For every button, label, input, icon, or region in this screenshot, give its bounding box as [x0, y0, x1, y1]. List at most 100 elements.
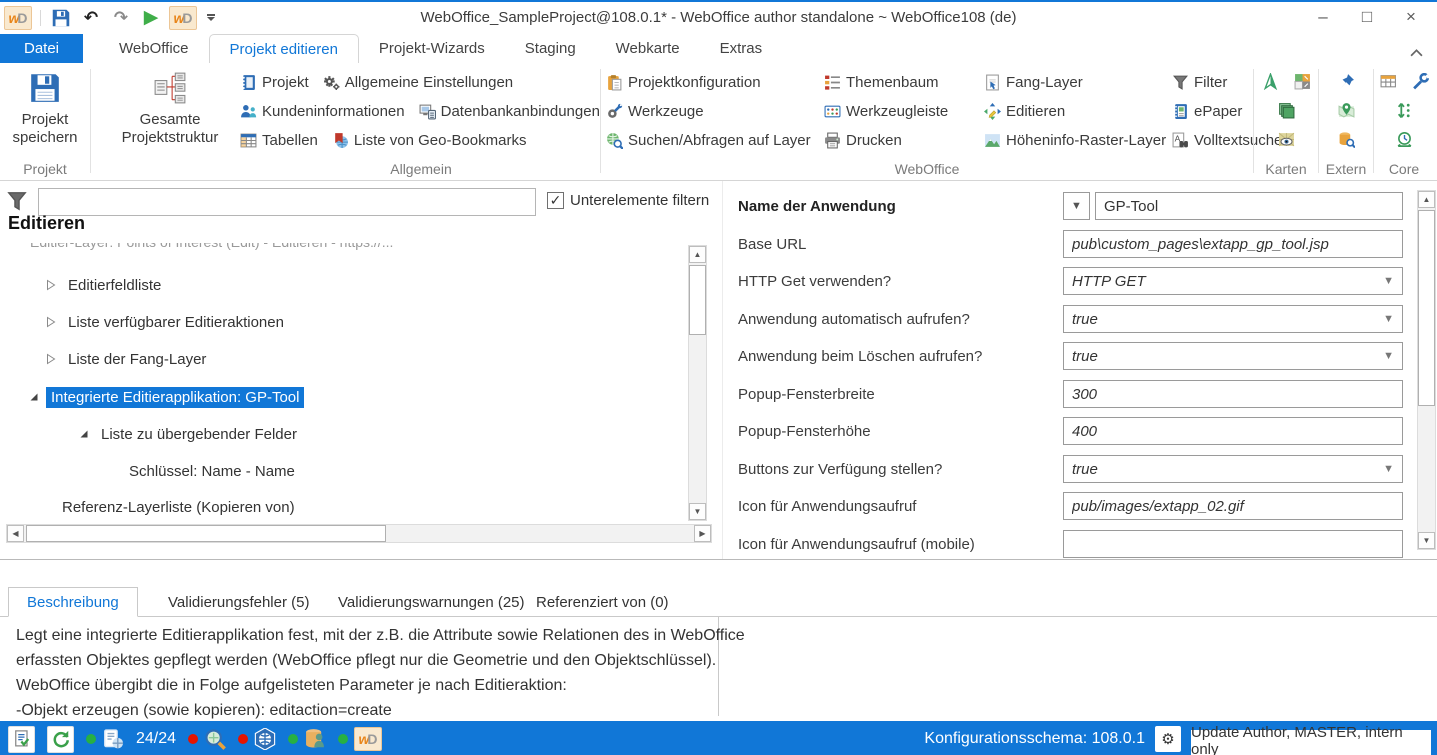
divider — [40, 10, 41, 26]
scroll-thumb[interactable] — [689, 265, 706, 335]
tab-projekt-editieren[interactable]: Projekt editieren — [209, 34, 359, 63]
core-table-icon[interactable] — [1376, 69, 1400, 93]
map-marker-icon[interactable] — [1334, 98, 1358, 122]
scroll-right-button[interactable]: ▶ — [694, 525, 711, 542]
refresh-icon[interactable] — [47, 726, 74, 753]
close-button[interactable]: × — [1389, 2, 1433, 32]
tree-row-selected[interactable]: Integrierte Editierapplikation: GP-Tool — [28, 385, 304, 409]
base-url-input[interactable] — [1063, 230, 1403, 258]
pushpin-icon[interactable] — [1334, 69, 1358, 93]
drucken-button[interactable]: Drucken — [824, 127, 974, 154]
form-vertical-scrollbar[interactable]: ▲ ▼ — [1417, 190, 1436, 550]
quick-save-button[interactable] — [49, 6, 73, 30]
kundeninformationen-button[interactable]: Kundeninformationen — [240, 98, 405, 125]
checkbox-label: Unterelemente filtern — [570, 192, 709, 209]
popup-hoehe-input[interactable] — [1063, 417, 1403, 445]
redo-button[interactable]: ↷ — [109, 6, 133, 30]
validation-report-icon[interactable] — [8, 726, 35, 753]
projekt-button[interactable]: Projekt — [240, 69, 309, 96]
expander-collapsed-icon[interactable] — [45, 316, 57, 328]
undo-button[interactable]: ↶ — [79, 6, 103, 30]
tree-row[interactable]: Liste zu übergebender Felder — [78, 422, 302, 446]
scroll-down-button[interactable]: ▼ — [689, 503, 706, 520]
filter-subelements-checkbox[interactable]: ✓ — [547, 192, 564, 209]
panel-splitter[interactable] — [722, 181, 723, 559]
tab-extras[interactable]: Extras — [700, 34, 783, 63]
app-logo-icon[interactable]: wD — [4, 6, 32, 30]
save-project-button[interactable]: Projekt speichern — [0, 63, 90, 147]
datenbankanbindungen-button[interactable]: Datenbankanbindungen — [419, 98, 600, 125]
icon-aufruf-mobile-input[interactable] — [1063, 530, 1403, 558]
tab-staging[interactable]: Staging — [505, 34, 596, 63]
editieren-button[interactable]: Editieren — [984, 98, 1162, 125]
scroll-up-button[interactable]: ▲ — [1418, 191, 1435, 208]
tree-row[interactable]: Referenz-Layerliste (Kopieren von) — [57, 495, 300, 519]
scroll-down-button[interactable]: ▼ — [1418, 532, 1435, 549]
expander-expanded-icon[interactable] — [28, 392, 40, 402]
tree-row[interactable]: Liste der Fang-Layer — [45, 347, 211, 371]
suchen-abfragen-button[interactable]: Suchen/Abfragen auf Layer — [606, 127, 814, 154]
group-label: Allgemein — [242, 161, 600, 177]
tree-row[interactable]: Schlüssel: Name - Name — [124, 459, 300, 483]
tree-row[interactable]: Liste verfügbarer Editieraktionen — [45, 310, 289, 334]
tab-weboffice[interactable]: WebOffice — [99, 34, 208, 63]
maximize-button[interactable]: □ — [1345, 2, 1389, 32]
werkzeugleiste-button[interactable]: Werkzeugleiste — [824, 98, 974, 125]
icon-aufruf-input[interactable] — [1063, 492, 1403, 520]
tree-vertical-scrollbar[interactable]: ▲ ▼ — [688, 245, 707, 521]
tab-beschreibung[interactable]: Beschreibung — [8, 587, 138, 617]
http-get-select[interactable]: HTTP GET▼ — [1063, 267, 1403, 295]
tab-webkarte[interactable]: Webkarte — [596, 34, 700, 63]
map-visibility-icon[interactable] — [1274, 127, 1298, 151]
weboffice-launch-button[interactable]: wD — [169, 6, 197, 30]
navigation-arrow-icon[interactable] — [1258, 69, 1282, 93]
map-design-icon[interactable] — [1290, 69, 1314, 93]
buttons-select[interactable]: true▼ — [1063, 455, 1403, 483]
database-connection-icon — [419, 103, 436, 120]
settings-gear-button[interactable]: ⚙ — [1155, 726, 1181, 752]
layers-icon[interactable] — [1274, 98, 1298, 122]
popup-breite-input[interactable] — [1063, 380, 1403, 408]
collapse-ribbon-icon[interactable] — [1410, 49, 1423, 57]
expander-collapsed-icon[interactable] — [45, 279, 57, 291]
database-search-icon[interactable] — [1334, 127, 1358, 151]
scroll-left-button[interactable]: ◀ — [7, 525, 24, 542]
tab-projekt-wizards[interactable]: Projekt-Wizards — [359, 34, 505, 63]
tree-filter-icon — [6, 190, 28, 212]
tabellen-button[interactable]: Tabellen — [240, 127, 318, 154]
tree-row-clipped[interactable]: Editier-Layer: Points of Interest (Edit)… — [30, 243, 680, 251]
tab-datei[interactable]: Datei — [0, 34, 83, 63]
scroll-thumb[interactable] — [26, 525, 386, 542]
tree-filter-input[interactable] — [38, 188, 536, 216]
minimize-button[interactable]: – — [1301, 2, 1345, 32]
tree-horizontal-scrollbar[interactable]: ◀ ▶ — [6, 524, 712, 543]
name-der-anwendung-input[interactable] — [1095, 192, 1403, 220]
clock-icon[interactable] — [1392, 127, 1416, 151]
project-structure-button[interactable]: Gesamte Projektstruktur — [110, 63, 230, 147]
elevation-raster-icon — [984, 132, 1001, 149]
customize-toolbar-button[interactable] — [203, 6, 219, 30]
tab-referenziert-von[interactable]: Referenziert von (0) — [518, 587, 687, 617]
expander-collapsed-icon[interactable] — [45, 353, 57, 365]
bottom-panel: Beschreibung Validierungsfehler (5) Vali… — [0, 559, 1437, 721]
wrench-icon[interactable] — [1408, 69, 1432, 93]
run-button[interactable]: ▶ — [139, 6, 163, 30]
sort-adjust-icon[interactable] — [1392, 98, 1416, 122]
name-dropdown-button[interactable]: ▼ — [1063, 192, 1090, 220]
geo-bookmarks-button[interactable]: Liste von Geo-Bookmarks — [332, 127, 527, 154]
projektkonfiguration-button[interactable]: Projektkonfiguration — [606, 69, 814, 96]
werkzeuge-button[interactable]: Werkzeuge — [606, 98, 814, 125]
expander-expanded-icon[interactable] — [78, 429, 90, 439]
auto-aufrufen-select[interactable]: true▼ — [1063, 305, 1403, 333]
hoeheninfo-button[interactable]: Höheninfo-Raster-Layer — [984, 127, 1162, 154]
tab-validierungsfehler[interactable]: Validierungsfehler (5) — [150, 587, 327, 617]
ribbon: Projekt speichern Projekt Gesamte Projek… — [0, 63, 1437, 181]
loeschen-aufrufen-select[interactable]: true▼ — [1063, 342, 1403, 370]
scroll-thumb[interactable] — [1418, 210, 1435, 406]
scroll-up-button[interactable]: ▲ — [689, 246, 706, 263]
themenbaum-button[interactable]: Themenbaum — [824, 69, 974, 96]
allgemeine-einstellungen-button[interactable]: Allgemeine Einstellungen — [323, 69, 513, 96]
tab-validierungswarnungen[interactable]: Validierungswarnungen (25) — [320, 587, 543, 617]
tree-row[interactable]: Editierfeldliste — [45, 273, 166, 297]
fang-layer-button[interactable]: Fang-Layer — [984, 69, 1162, 96]
